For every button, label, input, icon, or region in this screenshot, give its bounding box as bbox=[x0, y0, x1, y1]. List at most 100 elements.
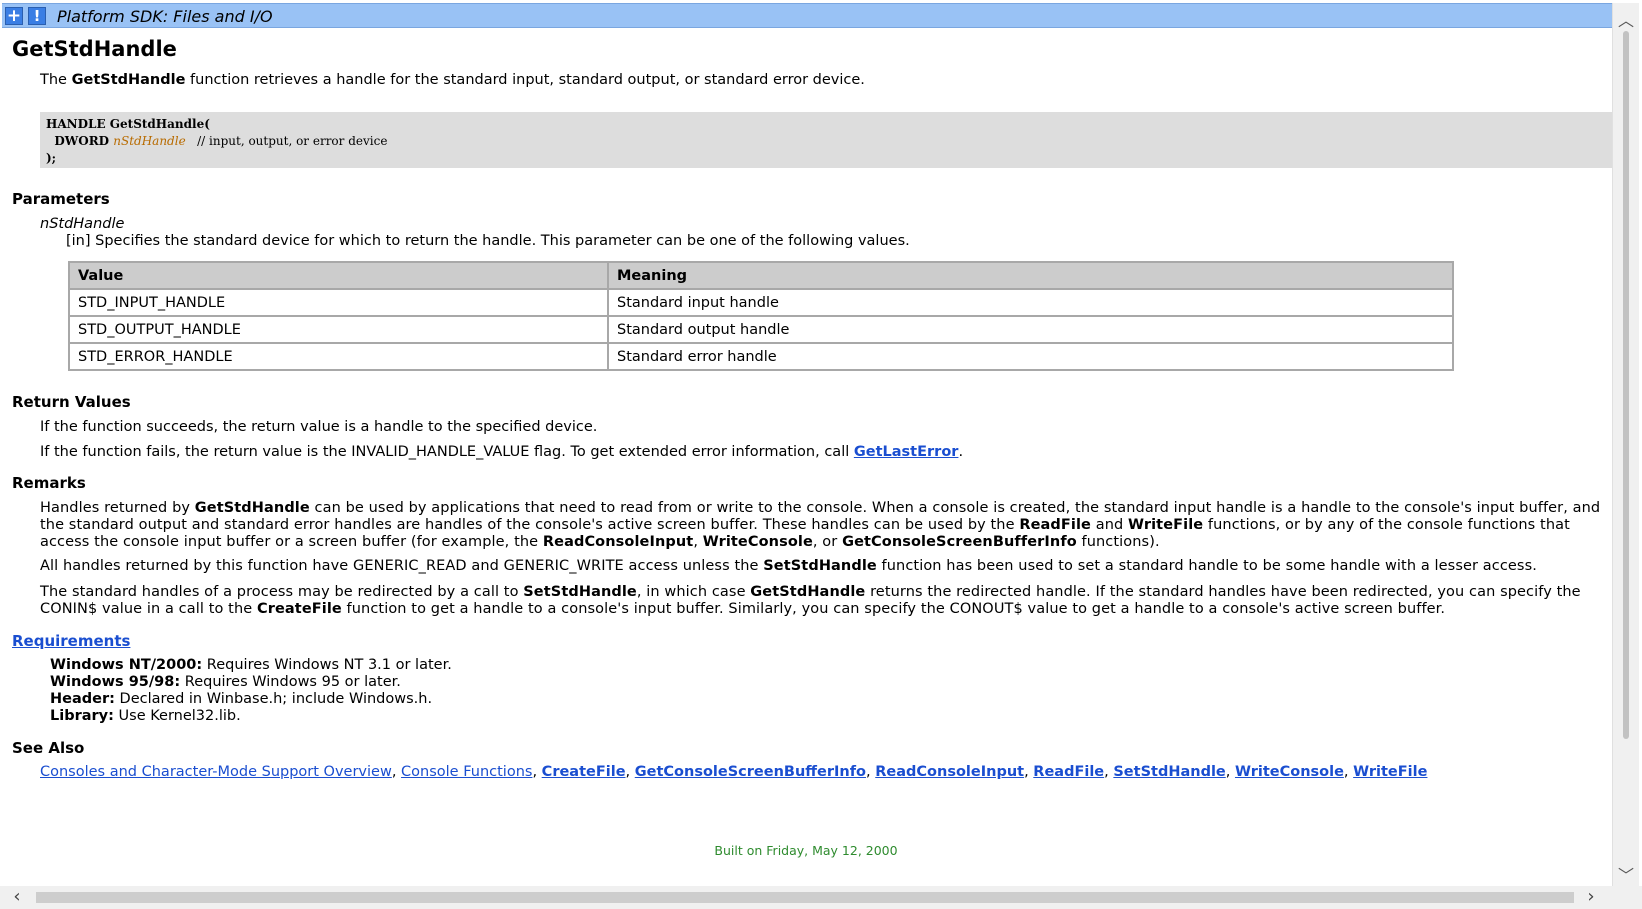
scroll-right-icon[interactable]: › bbox=[1580, 886, 1602, 909]
intro-function-name: GetStdHandle bbox=[71, 72, 186, 88]
see-also-link[interactable]: SetStdHandle bbox=[1113, 764, 1225, 780]
requirement-value: Declared in Winbase.h; include Windows.h… bbox=[114, 691, 433, 707]
table-cell-value: STD_INPUT_HANDLE bbox=[68, 288, 609, 317]
function-name: WriteConsole bbox=[702, 534, 813, 550]
see-also-link[interactable]: GetConsoleScreenBufferInfo bbox=[635, 764, 866, 780]
build-date-footer: Built on Friday, May 12, 2000 bbox=[714, 843, 898, 858]
requirement-value: Use Kernel32.lib. bbox=[113, 708, 241, 724]
link-separator: , bbox=[1104, 764, 1114, 780]
see-also-link[interactable]: WriteFile bbox=[1353, 764, 1427, 780]
requirement-95: Windows 95/98: Requires Windows 95 or la… bbox=[50, 674, 401, 690]
expand-button[interactable]: + bbox=[5, 7, 23, 25]
link-separator: , bbox=[1343, 764, 1354, 780]
see-also-link[interactable]: ReadFile bbox=[1033, 764, 1104, 780]
code-line-1: HANDLE GetStdHandle( bbox=[46, 117, 210, 131]
function-name: SetStdHandle bbox=[523, 584, 637, 600]
intro-text: The GetStdHandle function retrieves a ha… bbox=[40, 72, 865, 88]
text-run: and bbox=[1091, 517, 1128, 533]
return-success-text: If the function succeeds, the return val… bbox=[40, 419, 598, 435]
requirement-header: Header: Declared in Winbase.h; include W… bbox=[50, 691, 432, 707]
requirement-value: Requires Windows 95 or later. bbox=[180, 674, 401, 690]
requirement-library: Library: Use Kernel32.lib. bbox=[50, 708, 241, 724]
function-name: GetConsoleScreenBufferInfo bbox=[842, 534, 1077, 550]
function-name: WriteFile bbox=[1128, 517, 1204, 533]
table-cell-meaning: Standard input handle bbox=[607, 288, 1454, 317]
header-title: Platform SDK: Files and I/O bbox=[57, 7, 273, 26]
requirement-label: Header: bbox=[50, 691, 115, 707]
intro-post: function retrieves a handle for the stan… bbox=[185, 72, 865, 88]
table-row: STD_INPUT_HANDLE Standard input handle bbox=[68, 288, 1454, 317]
text-run: function to get a handle to a console's … bbox=[341, 601, 1446, 617]
parameters-heading: Parameters bbox=[12, 190, 110, 208]
info-button[interactable]: ! bbox=[28, 7, 46, 25]
return-failure-post: . bbox=[958, 444, 964, 460]
function-name: ReadConsoleInput bbox=[542, 534, 694, 550]
function-name: GetStdHandle bbox=[750, 584, 866, 600]
table-cell-value: STD_OUTPUT_HANDLE bbox=[68, 315, 609, 344]
scrollbar-corner bbox=[1612, 886, 1642, 909]
text-run: All handles returned by this function ha… bbox=[40, 558, 764, 574]
document-content: GetStdHandle The GetStdHandle function r… bbox=[0, 28, 1612, 886]
function-name: SetStdHandle bbox=[763, 558, 877, 574]
see-also-link[interactable]: Consoles and Character-Mode Support Over… bbox=[40, 764, 392, 780]
syntax-code-block: HANDLE GetStdHandle( DWORD nStdHandle //… bbox=[40, 112, 1612, 168]
link-separator: , bbox=[1024, 764, 1034, 780]
header-bar: + ! Platform SDK: Files and I/O bbox=[2, 3, 1614, 28]
see-also-link[interactable]: Console Functions bbox=[401, 764, 532, 780]
table-cell-value: STD_ERROR_HANDLE bbox=[68, 342, 609, 371]
table-cell-meaning: Standard output handle bbox=[607, 315, 1454, 344]
return-failure-text: If the function fails, the return value … bbox=[40, 444, 963, 460]
requirements-heading: Requirements bbox=[12, 632, 130, 650]
requirements-link[interactable]: Requirements bbox=[12, 632, 130, 650]
requirement-label: Library: bbox=[50, 708, 114, 724]
requirement-label: Windows 95/98: bbox=[50, 674, 181, 690]
link-separator: , bbox=[532, 764, 542, 780]
page-title: GetStdHandle bbox=[12, 37, 177, 61]
table-header-value: Value bbox=[68, 261, 609, 290]
code-comment: // input, output, or error device bbox=[185, 134, 388, 148]
scroll-up-icon[interactable]: ︿ bbox=[1613, 11, 1639, 31]
values-table: Value Meaning STD_INPUT_HANDLE Standard … bbox=[68, 261, 1454, 371]
scroll-down-icon[interactable]: ﹀ bbox=[1613, 866, 1639, 886]
vertical-scrollbar[interactable]: ︿ ﹀ bbox=[1612, 3, 1639, 886]
text-run: functions). bbox=[1076, 534, 1160, 550]
see-also-links: Consoles and Character-Mode Support Over… bbox=[40, 764, 1427, 780]
horizontal-scroll-thumb[interactable] bbox=[36, 892, 1574, 903]
requirement-nt: Windows NT/2000: Requires Windows NT 3.1… bbox=[50, 657, 452, 673]
return-failure-pre: If the function fails, the return value … bbox=[40, 444, 854, 460]
getlasterror-link[interactable]: GetLastError bbox=[854, 444, 959, 460]
parameter-description: [in] Specifies the standard device for w… bbox=[66, 233, 910, 249]
function-name: CreateFile bbox=[256, 601, 342, 617]
table-row: STD_ERROR_HANDLE Standard error handle bbox=[68, 342, 1454, 371]
parameter-name: nStdHandle bbox=[40, 216, 125, 232]
intro-pre: The bbox=[40, 72, 72, 88]
scroll-left-icon[interactable]: ‹ bbox=[6, 886, 28, 909]
requirement-label: Windows NT/2000: bbox=[50, 657, 203, 673]
text-run: , in which case bbox=[636, 584, 751, 600]
table-row: STD_OUTPUT_HANDLE Standard output handle bbox=[68, 315, 1454, 344]
remarks-paragraph-2: All handles returned by this function ha… bbox=[40, 558, 1612, 575]
see-also-link[interactable]: WriteConsole bbox=[1235, 764, 1344, 780]
code-param-name: nStdHandle bbox=[113, 134, 186, 148]
link-separator: , bbox=[625, 764, 635, 780]
text-run: The standard handles of a process may be… bbox=[40, 584, 524, 600]
see-also-heading: See Also bbox=[12, 739, 85, 757]
remarks-heading: Remarks bbox=[12, 474, 86, 492]
function-name: ReadFile bbox=[1019, 517, 1091, 533]
see-also-link[interactable]: CreateFile bbox=[542, 764, 626, 780]
return-values-heading: Return Values bbox=[12, 393, 131, 411]
table-header-row: Value Meaning bbox=[68, 261, 1454, 290]
table-cell-meaning: Standard error handle bbox=[607, 342, 1454, 371]
text-run: , bbox=[693, 534, 703, 550]
horizontal-scrollbar[interactable]: ‹ › bbox=[0, 886, 1612, 909]
link-separator: , bbox=[866, 764, 876, 780]
vertical-scroll-thumb[interactable] bbox=[1623, 31, 1629, 739]
text-run: function has been used to set a standard… bbox=[876, 558, 1537, 574]
requirement-value: Requires Windows NT 3.1 or later. bbox=[202, 657, 452, 673]
table-header-meaning: Meaning bbox=[607, 261, 1454, 290]
help-viewer-window: + ! Platform SDK: Files and I/O GetStdHa… bbox=[0, 0, 1642, 909]
remarks-paragraph-1: Handles returned by GetStdHandle can be … bbox=[40, 500, 1612, 551]
text-run: , or bbox=[812, 534, 843, 550]
text-run: Handles returned by bbox=[40, 500, 195, 516]
see-also-link[interactable]: ReadConsoleInput bbox=[875, 764, 1024, 780]
